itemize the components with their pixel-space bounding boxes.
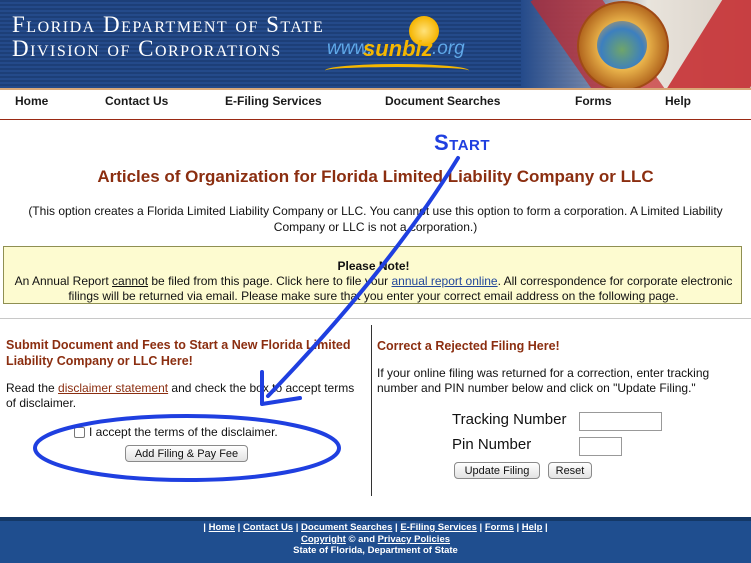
notice-box: Please Note! An Annual Report cannot be …: [3, 246, 742, 304]
logo-org-text: .org: [432, 38, 465, 59]
panel-divider: [371, 325, 372, 496]
footer-copyright-line: Copyright © and Privacy Policies: [300, 534, 451, 545]
disclaimer-instructions: Read the disclaimer statement and check …: [6, 381, 355, 410]
page-title: Articles of Organization for Florida Lim…: [97, 167, 654, 186]
logo-sunbiz-text: sunbiz: [363, 36, 433, 61]
footer-link-home[interactable]: Home: [209, 522, 235, 533]
accept-disclaimer-label: I accept the terms of the disclaimer.: [89, 425, 278, 439]
notice-title: Please Note!: [337, 259, 410, 273]
page: Florida Department of State Division of …: [0, 0, 751, 563]
update-filing-button[interactable]: Update Filing: [454, 462, 540, 479]
notice-cannot-text: cannot: [112, 274, 149, 288]
nav-document-searches[interactable]: Document Searches: [385, 94, 500, 108]
tracking-number-label: Tracking Number: [452, 411, 567, 428]
reset-button[interactable]: Reset: [548, 462, 592, 479]
footer-state-line: State of Florida, Department of State: [293, 545, 458, 556]
nav-help[interactable]: Help: [665, 94, 691, 108]
rejected-filing-instructions: If your online filing was returned for a…: [377, 366, 710, 395]
start-annotation-label: Start: [434, 130, 491, 155]
site-title-line1: Florida Department of State: [12, 12, 325, 37]
annual-report-link[interactable]: annual report online: [392, 274, 498, 288]
disclaimer-statement-link[interactable]: disclaimer statement: [58, 381, 168, 395]
footer-link-document-searches[interactable]: Document Searches: [301, 522, 392, 533]
rejected-filing-heading: Correct a Rejected Filing Here!: [377, 339, 560, 353]
state-seal-icon: [577, 1, 669, 88]
sunbiz-logo[interactable]: www. sunbiz .org: [323, 8, 473, 80]
new-llc-heading: Submit Document and Fees to Start a New …: [6, 338, 351, 368]
nav-contact-us[interactable]: Contact Us: [105, 94, 168, 108]
nav-home[interactable]: Home: [15, 94, 48, 108]
site-title-line2: Division of Corporations: [12, 36, 282, 61]
footer-links: | Home | Contact Us | Document Searches …: [203, 522, 548, 533]
privacy-policies-link[interactable]: Privacy Policies: [378, 534, 450, 545]
tracking-number-input[interactable]: [579, 412, 662, 431]
footer-link-forms[interactable]: Forms: [485, 522, 514, 533]
copyright-link[interactable]: Copyright: [301, 534, 346, 545]
page-description: (This option creates a Florida Limited L…: [28, 204, 723, 234]
add-filing-pay-fee-button[interactable]: Add Filing & Pay Fee: [125, 445, 248, 462]
nav-forms[interactable]: Forms: [575, 94, 612, 108]
pin-number-input[interactable]: [579, 437, 622, 456]
nav-e-filing-services[interactable]: E-Filing Services: [225, 94, 322, 108]
pin-number-label: Pin Number: [452, 436, 532, 453]
footer-link-contact-us[interactable]: Contact Us: [243, 522, 293, 533]
logo-swoosh-icon: [325, 64, 469, 77]
header-banner: Florida Department of State Division of …: [0, 0, 751, 88]
footer-link-e-filing-services[interactable]: E-Filing Services: [400, 522, 477, 533]
notice-body: An Annual Report cannot be filed from th…: [14, 274, 733, 303]
footer-link-help[interactable]: Help: [522, 522, 543, 533]
accept-disclaimer-checkbox[interactable]: [74, 427, 85, 438]
